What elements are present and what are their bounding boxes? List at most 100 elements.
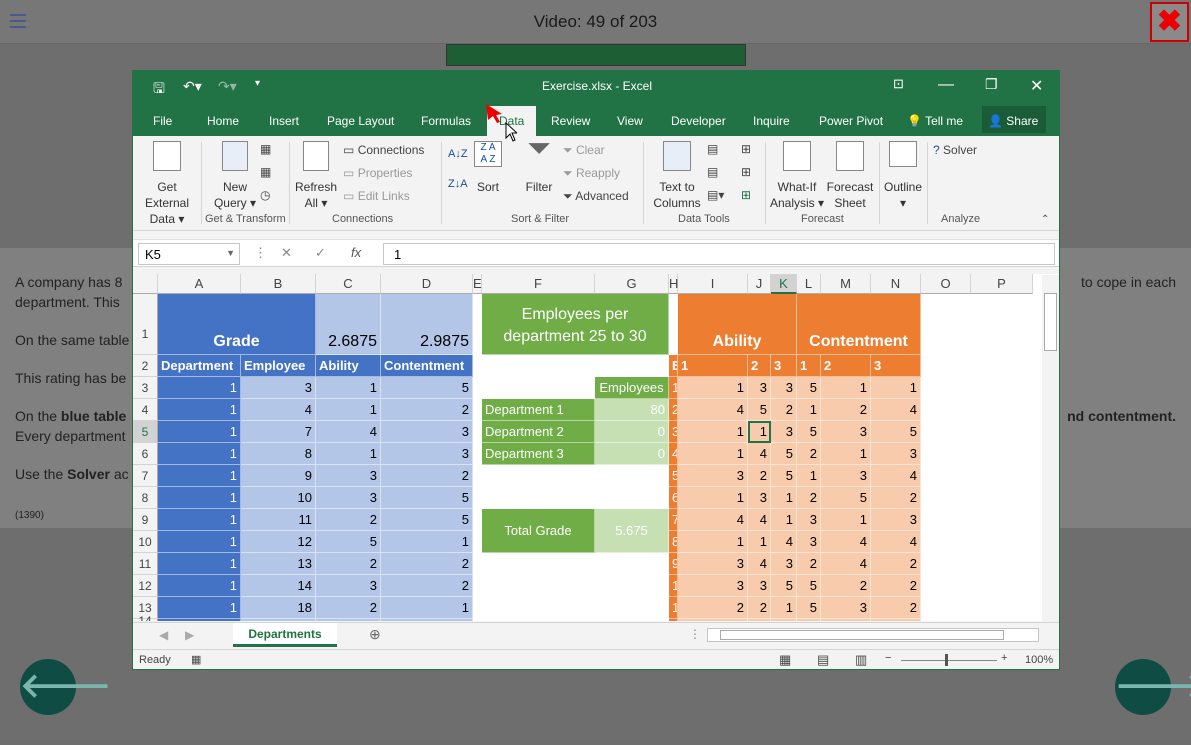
cell[interactable]: 2	[316, 509, 381, 531]
cell[interactable]: 2	[821, 355, 871, 377]
worksheet-grid[interactable]: ABCDEFGHIJKLMNOP1234567891011121314Grade…	[133, 274, 1059, 621]
cell[interactable]: 2	[871, 553, 921, 575]
clear-button[interactable]: ⏷ Clear	[563, 143, 605, 158]
cell[interactable]: 9	[241, 465, 316, 487]
cell[interactable]: 3	[797, 531, 821, 553]
row-header[interactable]: 1	[133, 294, 158, 355]
cell[interactable]: 2	[316, 619, 381, 621]
column-header[interactable]: F	[482, 274, 595, 294]
horizontal-scrollbar[interactable]	[707, 628, 1039, 642]
cell[interactable]: 5	[771, 465, 797, 487]
row-header[interactable]: 11	[133, 553, 158, 575]
zoom-slider[interactable]	[901, 660, 997, 661]
tab-insert[interactable]: Insert	[269, 114, 299, 128]
collapse-ribbon-icon[interactable]: ⌃	[1041, 214, 1049, 225]
cell[interactable]: 1	[678, 377, 748, 399]
cell[interactable]: 7	[669, 509, 678, 531]
cell[interactable]: 4	[748, 553, 771, 575]
cell[interactable]: 5	[381, 509, 473, 531]
cell[interactable]: 18	[241, 597, 316, 619]
cell[interactable]: 1	[316, 377, 381, 399]
cell[interactable]: 1	[771, 509, 797, 531]
cell[interactable]: 2	[797, 553, 821, 575]
cell[interactable]: 14	[241, 575, 316, 597]
solver-button[interactable]: ? Solver	[933, 143, 977, 157]
cell[interactable]: Employees	[595, 377, 669, 399]
cell[interactable]: 3	[381, 443, 473, 465]
cell[interactable]: 4	[871, 465, 921, 487]
cell[interactable]: 1	[316, 399, 381, 421]
cell[interactable]: 4	[748, 443, 771, 465]
cell[interactable]: 5	[871, 619, 921, 621]
sort-button[interactable]: Z AA Z Sort	[471, 141, 505, 195]
cell[interactable]: Ability	[678, 294, 797, 355]
row-header[interactable]: 12	[133, 575, 158, 597]
cell[interactable]: 5	[797, 575, 821, 597]
cell[interactable]: 10	[241, 487, 316, 509]
cell[interactable]: 2.6875	[316, 294, 381, 355]
cell[interactable]: 1	[158, 487, 241, 509]
cell[interactable]: 11	[669, 597, 678, 619]
cell[interactable]: 12	[241, 531, 316, 553]
outline-button[interactable]: Outline ▾	[881, 141, 925, 211]
tab-inquire[interactable]: Inquire	[753, 114, 790, 128]
cell[interactable]: 8	[669, 531, 678, 553]
column-header[interactable]: J	[748, 274, 771, 294]
properties-button[interactable]: ▭ Properties	[343, 166, 412, 180]
cell[interactable]: 6	[669, 487, 678, 509]
cell[interactable]: 1	[158, 619, 241, 621]
cell[interactable]: 4	[821, 531, 871, 553]
column-header[interactable]: G	[595, 274, 669, 294]
cell[interactable]: 4	[771, 619, 797, 621]
cell[interactable]: 3	[316, 465, 381, 487]
column-header[interactable]: O	[921, 274, 971, 294]
cell[interactable]: 13	[241, 553, 316, 575]
cell[interactable]: 7	[241, 421, 316, 443]
relationships-icon[interactable]: ⊞	[741, 165, 751, 179]
row-header[interactable]: 14	[133, 615, 158, 621]
cell[interactable]: 1	[821, 377, 871, 399]
cell[interactable]: 5.675	[595, 509, 669, 553]
cell[interactable]: 5	[381, 487, 473, 509]
cell[interactable]: 1	[158, 531, 241, 553]
cell[interactable]: 5	[797, 377, 821, 399]
cell[interactable]: 2	[381, 465, 473, 487]
cell[interactable]: 2	[678, 597, 748, 619]
enter-icon[interactable]: ✓	[315, 245, 326, 261]
column-header[interactable]: E	[473, 274, 482, 294]
share-button[interactable]: 👤 Share	[982, 106, 1046, 133]
tab-formulas[interactable]: Formulas	[421, 114, 471, 128]
tell-me[interactable]: 💡 Tell me	[907, 114, 963, 128]
cell[interactable]: 1	[381, 619, 473, 621]
cell[interactable]: 4	[871, 399, 921, 421]
ribbon-display-icon[interactable]: ⊡	[893, 76, 904, 92]
recent-sources-icon[interactable]: ◷	[260, 188, 270, 202]
cell[interactable]: 1	[158, 421, 241, 443]
cell[interactable]: 1	[797, 399, 821, 421]
close-button[interactable]: ✖	[1150, 2, 1189, 42]
cell[interactable]: 12	[669, 619, 678, 621]
cell[interactable]: 3	[678, 465, 748, 487]
cell[interactable]: 3	[821, 421, 871, 443]
tab-left-icon[interactable]: ◀	[159, 628, 168, 642]
cell[interactable]: Ability	[316, 355, 381, 377]
cell[interactable]: 1	[158, 575, 241, 597]
cell[interactable]: 1	[678, 487, 748, 509]
get-external-data-button[interactable]: Get External Data ▾	[135, 141, 199, 227]
cell[interactable]: 3	[316, 487, 381, 509]
cell[interactable]: 3	[821, 465, 871, 487]
cell[interactable]: 4	[821, 553, 871, 575]
cell[interactable]: 3	[748, 575, 771, 597]
cell[interactable]: 3	[316, 575, 381, 597]
consolidate-icon[interactable]: ⊞	[741, 142, 751, 156]
cell[interactable]: 19	[241, 619, 316, 621]
column-header[interactable]: D	[381, 274, 473, 294]
page-layout-view-icon[interactable]: ▤	[817, 652, 829, 668]
cell[interactable]: 1	[797, 619, 821, 621]
cell[interactable]: 2	[316, 597, 381, 619]
cell[interactable]: 2	[381, 575, 473, 597]
cell[interactable]: 5	[871, 421, 921, 443]
tab-view[interactable]: View	[617, 114, 643, 128]
cell[interactable]: 1	[821, 443, 871, 465]
cell[interactable]: 1	[748, 531, 771, 553]
